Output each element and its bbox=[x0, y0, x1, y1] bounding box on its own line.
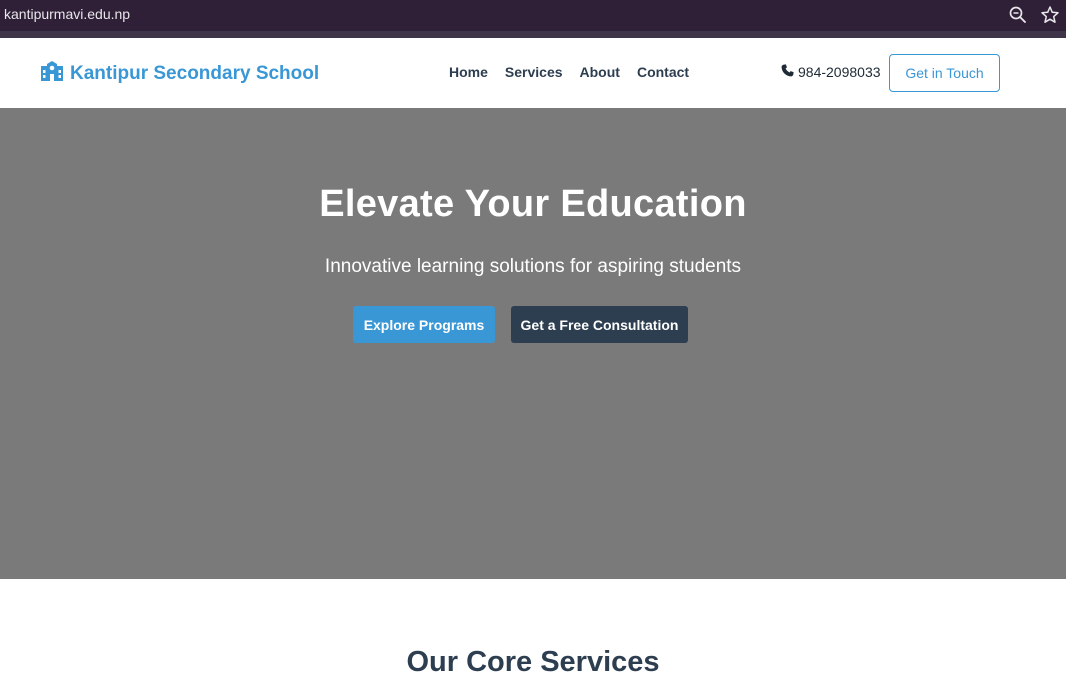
phone-contact[interactable]: 984-2098033 bbox=[781, 64, 881, 80]
hero-button-group: Explore Programs Get a Free Consultation bbox=[353, 306, 688, 343]
site-logo-link[interactable]: Kantipur Secondary School bbox=[40, 60, 319, 87]
star-icon[interactable] bbox=[1040, 5, 1060, 25]
free-consultation-button[interactable]: Get a Free Consultation bbox=[511, 306, 688, 343]
services-heading: Our Core Services bbox=[406, 646, 660, 678]
nav-link-home[interactable]: Home bbox=[449, 64, 488, 80]
phone-icon bbox=[781, 64, 794, 80]
nav-link-contact[interactable]: Contact bbox=[637, 64, 689, 80]
browser-toolbar: kantipurmavi.edu.np bbox=[0, 0, 1066, 38]
get-in-touch-button[interactable]: Get in Touch bbox=[889, 54, 1000, 92]
phone-number: 984-2098033 bbox=[798, 64, 881, 80]
zoom-icon[interactable] bbox=[1008, 5, 1028, 25]
site-header: Kantipur Secondary School Home Services … bbox=[0, 38, 1066, 108]
explore-programs-button[interactable]: Explore Programs bbox=[353, 306, 495, 343]
hero-title: Elevate Your Education bbox=[319, 183, 747, 225]
nav-link-about[interactable]: About bbox=[580, 64, 620, 80]
site-name: Kantipur Secondary School bbox=[70, 62, 320, 84]
school-icon bbox=[40, 60, 64, 87]
nav-link-services[interactable]: Services bbox=[505, 64, 563, 80]
address-bar-url[interactable]: kantipurmavi.edu.np bbox=[4, 6, 130, 22]
hero-subtitle: Innovative learning solutions for aspiri… bbox=[324, 256, 742, 277]
hero-section: Elevate Your Education Innovative learni… bbox=[0, 108, 1066, 579]
main-nav: Home Services About Contact bbox=[449, 64, 689, 80]
